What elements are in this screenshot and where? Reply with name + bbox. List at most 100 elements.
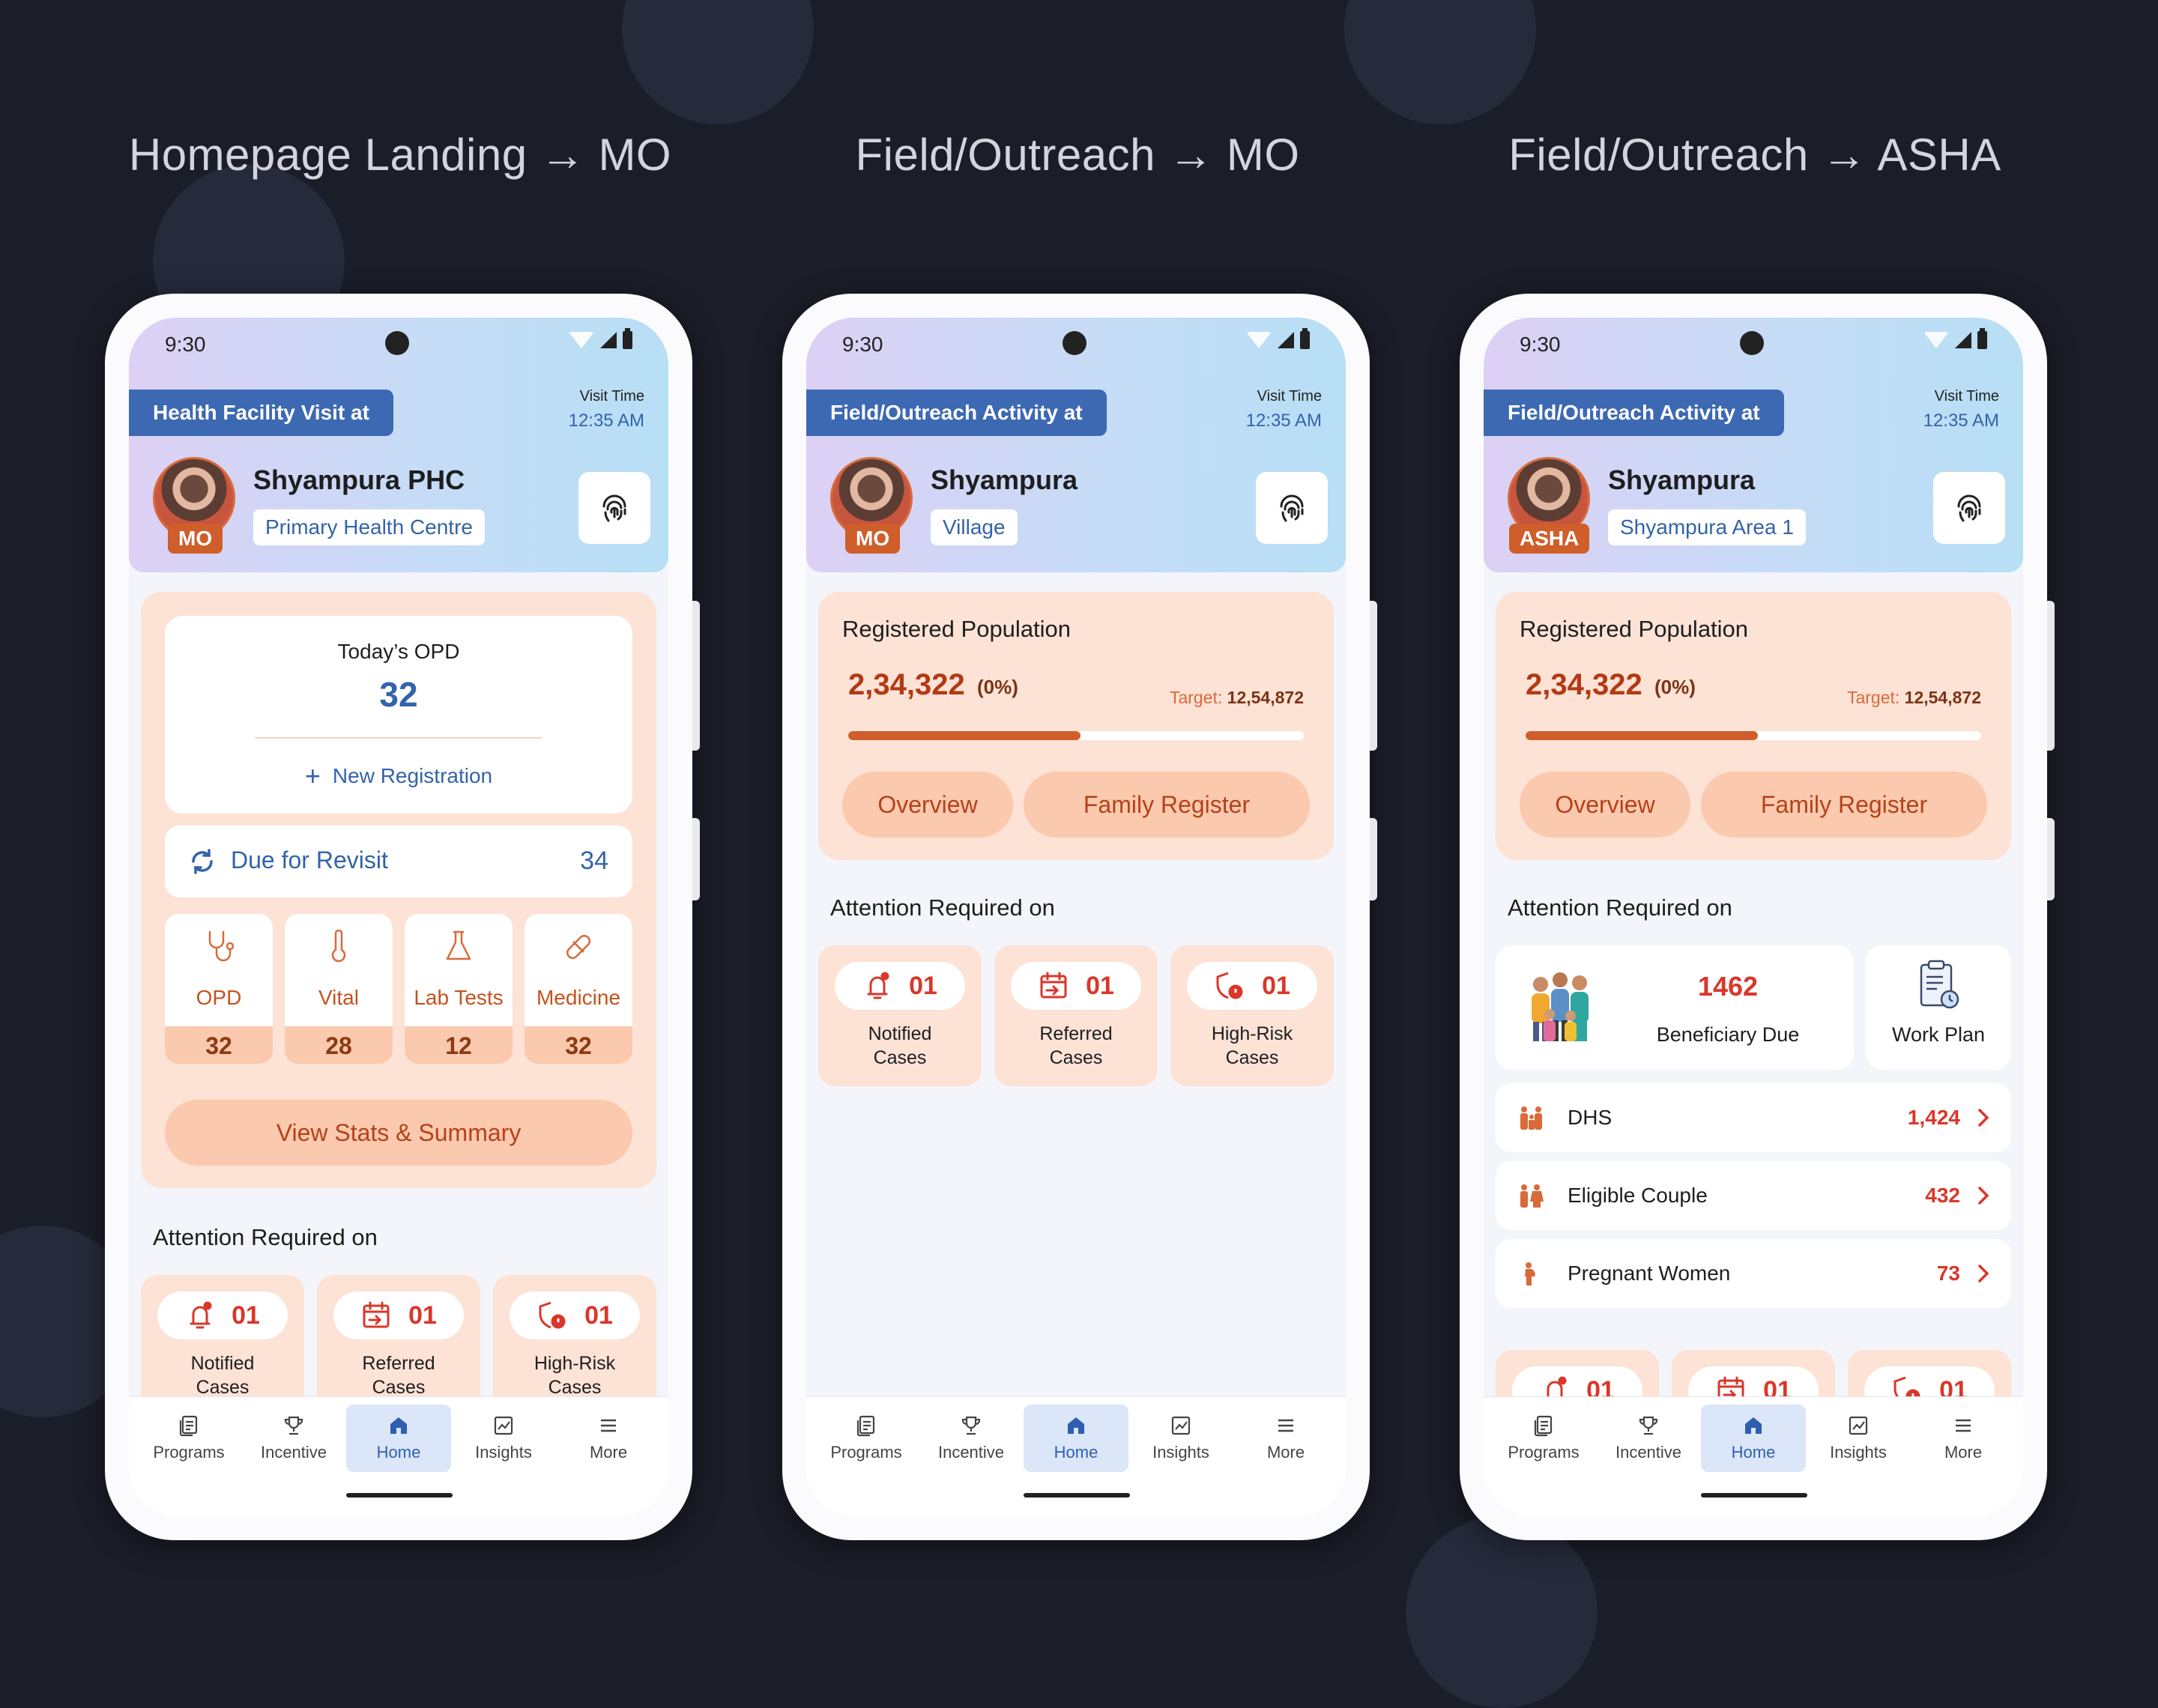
todays-opd-title: Today’s OPD (337, 640, 460, 663)
camera-cutout (385, 331, 409, 355)
visit-time-label: Visit Time (1934, 388, 1999, 405)
home-icon (390, 1417, 407, 1434)
nav-programs[interactable]: Programs (1491, 1405, 1596, 1472)
beneficiary-due-count: 1462 (1697, 971, 1759, 1002)
insights-icon (1171, 1416, 1191, 1435)
menu-icon (1956, 1419, 1971, 1432)
nav-home[interactable]: Home (1701, 1405, 1806, 1472)
bottom-nav: Programs Incentive Home Insights More (1484, 1396, 2023, 1516)
nav-label: Programs (830, 1443, 902, 1462)
visit-time-value: 12:35 AM (1245, 411, 1322, 431)
nav-more[interactable]: More (1233, 1405, 1338, 1472)
overview-button[interactable]: Overview (1520, 772, 1690, 838)
screen: 9:30 Field/Outreach Activity at Visit Ti… (806, 318, 1346, 1516)
nav-incentive[interactable]: Incentive (1596, 1405, 1701, 1472)
todays-opd-card[interactable]: Today’s OPD 32 + New Registration (165, 616, 632, 814)
trophy-icon (961, 1416, 981, 1435)
volume-button (2047, 601, 2055, 751)
place-type-chip: Primary Health Centre (253, 509, 485, 545)
signal-icon (600, 332, 617, 348)
nav-more[interactable]: More (556, 1405, 661, 1472)
nav-label: More (1266, 1443, 1305, 1462)
due-for-revisit-row[interactable]: Due for Revisit 34 (165, 826, 632, 897)
nav-incentive[interactable]: Incentive (919, 1405, 1024, 1472)
beneficiary-due-card[interactable]: 1462 Beneficiary Due (1496, 945, 1854, 1070)
nav-label: Home (376, 1443, 421, 1462)
document-icon (856, 1415, 875, 1437)
work-plan-card[interactable]: Work Plan (1866, 945, 2011, 1070)
overview-button[interactable]: Overview (842, 772, 1013, 838)
attention-card-high-risk[interactable]: 01 High-Risk Cases (1170, 945, 1334, 1086)
nav-home[interactable]: Home (346, 1405, 451, 1472)
nav-incentive[interactable]: Incentive (241, 1405, 346, 1472)
menu-icon (601, 1419, 616, 1432)
menu-icon (1278, 1419, 1293, 1432)
attention-card-referred[interactable]: 01 Referred Cases (317, 1275, 480, 1416)
bg-circle (1344, 0, 1536, 124)
status-icons (569, 328, 632, 349)
nav-insights[interactable]: Insights (1806, 1405, 1911, 1472)
stat-tile-lab-tests[interactable]: Lab Tests 12 (405, 914, 513, 1064)
view-stats-button[interactable]: View Stats & Summary (165, 1100, 632, 1166)
family-group-icon (1532, 972, 1589, 1041)
wifi-icon (569, 332, 594, 348)
attention-card-notified[interactable]: 01 Notified Cases (141, 1275, 304, 1416)
nav-label: Insights (1830, 1443, 1887, 1462)
nav-home[interactable]: Home (1024, 1405, 1128, 1472)
new-registration-link[interactable]: + New Registration (165, 763, 632, 790)
family-register-button[interactable]: Family Register (1024, 772, 1310, 838)
nav-programs[interactable]: Programs (814, 1405, 919, 1472)
attention-card-notified[interactable]: 01 Notified Cases (818, 945, 982, 1086)
nav-insights[interactable]: Insights (1128, 1405, 1233, 1472)
screen: 9:30 Field/Outreach Activity at Visit Ti… (1484, 318, 2023, 1516)
attention-title: Attention Required on (153, 1224, 378, 1250)
list-item-pregnant-women[interactable]: Pregnant Women 73 (1496, 1239, 2011, 1308)
stat-tile-medicine[interactable]: Medicine 32 (525, 914, 632, 1064)
nav-programs[interactable]: Programs (136, 1405, 241, 1472)
stat-tile-vital[interactable]: Vital 28 (285, 914, 393, 1064)
insights-icon (494, 1416, 513, 1435)
header: 9:30 Field/Outreach Activity at Visit Ti… (806, 318, 1346, 572)
phone-field-asha: 9:30 Field/Outreach Activity at Visit Ti… (1460, 294, 2055, 1540)
place-type-chip: Village (931, 509, 1018, 545)
battery-icon (1977, 328, 1987, 349)
target-label: Target: (1169, 688, 1223, 707)
gesture-bar (1701, 1493, 1807, 1497)
chevron-right-icon (1978, 1187, 1989, 1205)
camera-cutout (1063, 331, 1086, 355)
stat-tile-label: Medicine (536, 986, 621, 1009)
attention-card-high-risk[interactable]: 01 High-Risk Cases (493, 1275, 656, 1416)
stat-tile-label: Vital (318, 986, 359, 1009)
calendar-referral-icon (363, 1301, 390, 1328)
phone-homepage-mo: 9:30 Health Facility Visit at Visit Time… (105, 294, 700, 1540)
nav-insights[interactable]: Insights (451, 1405, 556, 1472)
population-percent: (0%) (977, 676, 1018, 698)
visit-time-label: Visit Time (579, 388, 644, 405)
population-percent: (0%) (1654, 676, 1696, 698)
home-icon (1068, 1417, 1084, 1434)
family-register-button[interactable]: Family Register (1701, 772, 1987, 838)
target-value: 12,54,872 (1227, 688, 1304, 707)
fingerprint-button[interactable] (578, 472, 650, 544)
list-item-eligible-couple[interactable]: Eligible Couple 432 (1496, 1161, 2011, 1230)
attention-card-referred[interactable]: 01 Referred Cases (994, 945, 1158, 1086)
list-item-value: 432 (1925, 1184, 1960, 1207)
calendar-referral-icon (1040, 972, 1067, 999)
fingerprint-button[interactable] (1256, 472, 1328, 544)
home-icon (1745, 1417, 1762, 1434)
list-item-dhs[interactable]: DHS 1,424 (1496, 1083, 2011, 1152)
wifi-icon (1246, 332, 1272, 348)
chevron-right-icon (1978, 1265, 1989, 1282)
status-time: 9:30 (842, 333, 883, 356)
battery-icon (623, 328, 632, 349)
fingerprint-button[interactable] (1933, 472, 2005, 544)
column-title: Field/Outreach → ASHA (1508, 130, 2001, 180)
visit-type-tag: Field/Outreach Activity at (806, 390, 1107, 436)
plus-icon: + (304, 760, 321, 791)
bell-icon (190, 1301, 212, 1329)
attention-label: Cases (196, 1377, 250, 1398)
stat-tile-opd[interactable]: OPD 32 (165, 914, 273, 1064)
status-time: 9:30 (1520, 333, 1561, 356)
nav-more[interactable]: More (1911, 1405, 2016, 1472)
population-target: Target: 12,54,872 (1847, 688, 1981, 708)
